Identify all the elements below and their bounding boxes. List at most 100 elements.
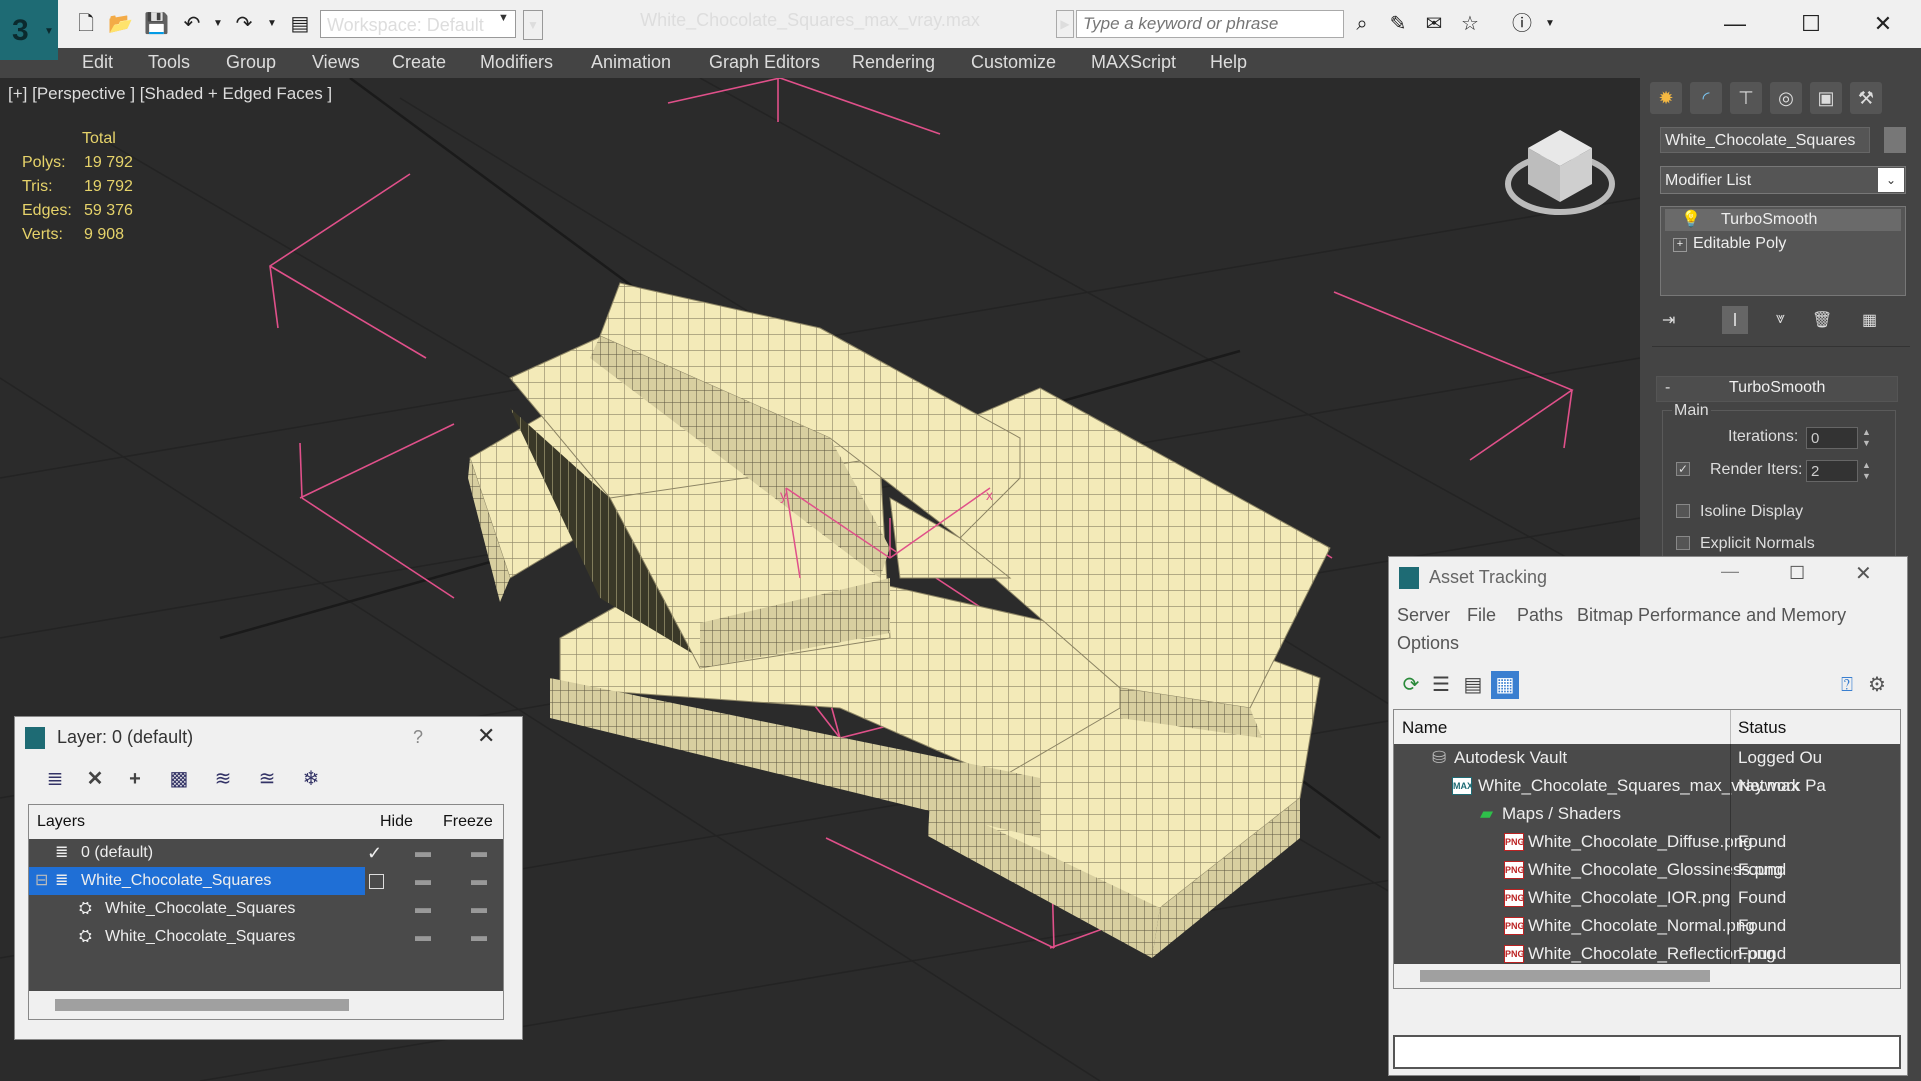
tools-icon[interactable]: ✎ — [1386, 12, 1410, 36]
minimize-icon[interactable]: — — [1721, 561, 1739, 582]
col-layers[interactable]: Layers — [37, 813, 85, 831]
asset-row[interactable]: PNG White_Chocolate_Diffuse.png Found — [1394, 828, 1900, 856]
utilities-tab-icon[interactable]: ⚒ — [1850, 82, 1882, 114]
viewport-label[interactable]: [+] [Perspective ] [Shaded + Edged Faces… — [8, 84, 332, 104]
menu-maxscript[interactable]: MAXScript — [1091, 52, 1176, 73]
menu-paths[interactable]: Paths — [1517, 605, 1563, 626]
communication-icon[interactable]: ✉ — [1422, 12, 1446, 36]
vault-settings-icon[interactable]: ⚙ — [1863, 671, 1891, 699]
close-icon[interactable]: ✕ — [1855, 561, 1872, 586]
menu-create[interactable]: Create — [392, 52, 446, 73]
workspace-menu-icon[interactable]: ▼ — [523, 10, 543, 40]
object-name-field[interactable]: White_Chocolate_Squares — [1660, 127, 1870, 153]
menu-help[interactable]: Help — [1210, 52, 1247, 73]
thumbnail-view-icon[interactable]: ▤ — [1459, 671, 1487, 699]
render-iters-checkbox[interactable]: ✓ — [1676, 462, 1690, 476]
help-dropdown-icon[interactable]: ▼ — [1538, 12, 1562, 36]
configure-sets-icon[interactable]: ▦ — [1862, 310, 1877, 330]
render-iters-spinner-arrows-icon[interactable]: ▲ ▼ — [1862, 460, 1871, 482]
asset-row[interactable]: PNG White_Chocolate_Normal.png Found — [1394, 912, 1900, 940]
menu-group[interactable]: Group — [226, 52, 276, 73]
minimize-icon[interactable]: — — [1710, 6, 1760, 42]
horizontal-scrollbar[interactable] — [29, 991, 503, 1019]
freeze-toggle[interactable]: ▬ — [471, 895, 487, 923]
add-to-layer-icon[interactable]: + — [121, 765, 149, 793]
layer-object-row[interactable]: ⛭ White_Chocolate_Squares ▬ ▬ — [29, 923, 503, 951]
workspace-select[interactable]: Workspace: Default — [320, 10, 516, 38]
undo-icon[interactable]: ↶ — [180, 12, 204, 36]
freeze-all-icon[interactable]: ❄ — [297, 765, 325, 793]
asset-row[interactable]: PNG White_Chocolate_Glossiness.png Found — [1394, 856, 1900, 884]
search-expand-icon[interactable]: ▶ — [1056, 10, 1074, 38]
asset-row[interactable]: ▰ Maps / Shaders — [1394, 800, 1900, 828]
asset-row[interactable]: ⛁ Autodesk Vault Logged Ou — [1394, 744, 1900, 772]
scrollbar-thumb[interactable] — [1420, 970, 1710, 982]
stack-item-editable-poly[interactable]: + Editable Poly — [1665, 233, 1901, 255]
status-input[interactable] — [1393, 1035, 1901, 1069]
menu-customize[interactable]: Customize — [971, 52, 1056, 73]
table-view-icon[interactable]: ▦ — [1491, 671, 1519, 699]
col-freeze[interactable]: Freeze — [443, 813, 493, 831]
col-hide[interactable]: Hide — [380, 813, 413, 831]
modify-tab-icon[interactable]: ◜ — [1690, 82, 1722, 114]
display-tab-icon[interactable]: ▣ — [1810, 82, 1842, 114]
delete-layer-icon[interactable]: ✕ — [81, 765, 109, 793]
pin-stack-icon[interactable]: ⇥ — [1662, 310, 1675, 330]
menu-animation[interactable]: Animation — [591, 52, 671, 73]
object-color-swatch[interactable] — [1884, 127, 1906, 153]
layer-row-default[interactable]: ≣ 0 (default) ✓ ▬ ▬ — [29, 839, 503, 867]
search-input[interactable] — [1076, 10, 1344, 38]
rollout-collapse[interactable]: - — [1665, 379, 1670, 397]
close-icon[interactable]: ✕ — [477, 723, 495, 749]
hide-toggle[interactable]: ▬ — [415, 867, 431, 895]
menu-rendering[interactable]: Rendering — [852, 52, 935, 73]
menu-bitmap-performance[interactable]: Bitmap Performance and Memory — [1577, 605, 1846, 626]
col-name[interactable]: Name — [1402, 718, 1447, 738]
open-folder-icon[interactable]: 📂 — [108, 12, 133, 36]
undo-dropdown-icon[interactable]: ▼ — [206, 12, 230, 36]
menu-options[interactable]: Options — [1397, 633, 1459, 654]
iterations-spinner-arrows-icon[interactable]: ▲ ▼ — [1862, 427, 1871, 449]
hierarchy-tab-icon[interactable]: ⊤ — [1730, 82, 1762, 114]
hide-all-icon[interactable]: ≊ — [253, 765, 281, 793]
redo-icon[interactable]: ↷ — [232, 12, 256, 36]
freeze-toggle[interactable]: ▬ — [471, 839, 487, 867]
menu-file[interactable]: File — [1467, 605, 1496, 626]
new-file-icon[interactable]: 🗋 — [74, 12, 98, 36]
active-layer-check-icon[interactable]: ✓ — [367, 839, 382, 867]
col-status[interactable]: Status — [1738, 718, 1786, 738]
asset-row[interactable]: MAX White_Chocolate_Squares_max_vray.max… — [1394, 772, 1900, 800]
lightbulb-icon[interactable]: 💡 — [1681, 209, 1701, 231]
menu-tools[interactable]: Tools — [148, 52, 190, 73]
hide-toggle[interactable]: ▬ — [415, 839, 431, 867]
remove-modifier-icon[interactable]: 🗑 — [1812, 310, 1832, 330]
binoculars-icon[interactable]: ⌕ — [1350, 12, 1374, 36]
menu-views[interactable]: Views — [312, 52, 360, 73]
new-layer-icon[interactable]: ≣ — [41, 765, 69, 793]
iterations-spinner[interactable]: 0 — [1806, 427, 1858, 449]
menu-server[interactable]: Server — [1397, 605, 1450, 626]
help-button[interactable]: ? — [413, 727, 423, 748]
hide-toggle[interactable]: ▬ — [415, 923, 431, 951]
list-view-icon[interactable]: ☰ — [1427, 671, 1455, 699]
motion-tab-icon[interactable]: ◎ — [1770, 82, 1802, 114]
select-in-layer-icon[interactable]: ▩ — [165, 765, 193, 793]
set-active-box[interactable] — [369, 874, 384, 889]
app-logo[interactable]: 3 ▼ — [0, 0, 58, 60]
menu-edit[interactable]: Edit — [82, 52, 113, 73]
collapse-minus-icon[interactable]: ⊟ — [35, 867, 48, 895]
layer-object-row[interactable]: ⛭ White_Chocolate_Squares ▬ ▬ — [29, 895, 503, 923]
modifier-list-dropdown[interactable]: Modifier List — [1660, 166, 1906, 194]
close-icon[interactable]: ✕ — [1858, 6, 1908, 42]
vault-help-icon[interactable]: ⍰ — [1833, 671, 1861, 699]
rollout-header[interactable]: - TurboSmooth — [1656, 376, 1898, 402]
horizontal-scrollbar[interactable] — [1394, 964, 1900, 988]
create-tab-icon[interactable]: ✹ — [1650, 82, 1682, 114]
expand-plus-icon[interactable]: + — [1673, 238, 1687, 252]
scrollbar-thumb[interactable] — [55, 999, 349, 1011]
maximize-icon[interactable]: ☐ — [1786, 6, 1836, 42]
freeze-toggle[interactable]: ▬ — [471, 923, 487, 951]
explicit-normals-checkbox[interactable] — [1676, 536, 1690, 550]
project-folder-icon[interactable]: ▤ — [288, 12, 312, 36]
render-iters-spinner[interactable]: 2 — [1806, 460, 1858, 482]
